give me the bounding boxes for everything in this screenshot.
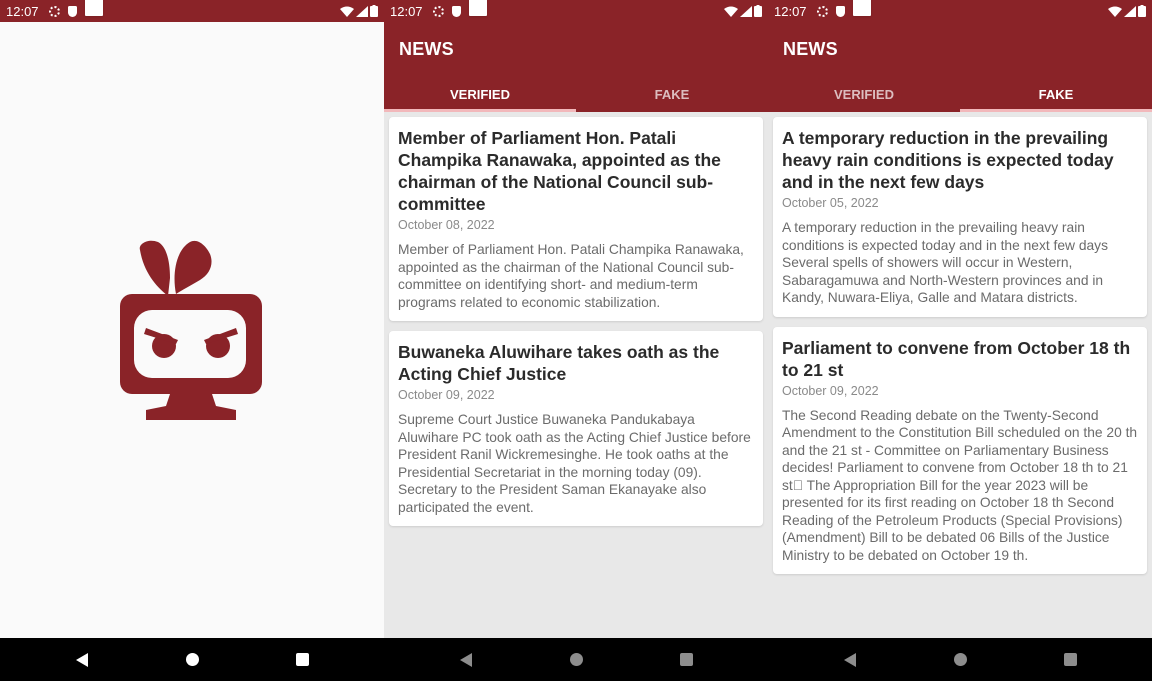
news-date: October 05, 2022: [782, 196, 879, 210]
news-title: Member of Parliament Hon. Patali Champik…: [398, 128, 721, 214]
news-title: Buwaneka Aluwihare takes oath as the Act…: [398, 342, 720, 384]
sd-card-notification-icon: [84, 0, 103, 16]
news-date: October 08, 2022: [398, 218, 495, 232]
wifi-icon: [1108, 6, 1122, 17]
status-bar: 12:07: [384, 0, 768, 22]
recents-button[interactable]: [247, 653, 357, 666]
home-button[interactable]: [521, 653, 631, 666]
app-bar: NEWS VERIFIED FAKE: [384, 22, 768, 112]
back-icon: [460, 652, 472, 667]
home-icon: [185, 653, 199, 666]
tab-verified[interactable]: VERIFIED: [384, 80, 576, 112]
home-button[interactable]: [905, 653, 1015, 666]
news-card[interactable]: Buwaneka Aluwihare takes oath as the Act…: [389, 331, 763, 526]
sd-card-notification-icon: [852, 0, 871, 16]
system-nav-bar: [768, 638, 1152, 681]
home-button[interactable]: [137, 653, 247, 666]
news-list: Member of Parliament Hon. Patali Champik…: [389, 117, 763, 536]
angry-tv-logo-icon: [120, 240, 262, 420]
news-body: Member of Parliament Hon. Patali Champik…: [398, 242, 744, 310]
fake-news-screen: 12:07 NEWS VERIFIED FAKE A temporary red…: [768, 0, 1152, 681]
back-icon: [844, 652, 856, 667]
app-title: NEWS: [399, 39, 454, 59]
news-card[interactable]: A temporary reduction in the prevailing …: [773, 117, 1147, 317]
tab-bar: VERIFIED FAKE: [384, 80, 768, 112]
tab-bar: VERIFIED FAKE: [768, 80, 1152, 112]
tab-verified[interactable]: VERIFIED: [768, 80, 960, 112]
news-body: A temporary reduction in the prevailing …: [782, 220, 1108, 305]
system-nav-bar: [0, 638, 384, 681]
shield-notification-icon: [835, 5, 845, 17]
signal-icon: [740, 5, 752, 17]
wifi-icon: [340, 6, 354, 17]
back-button[interactable]: [27, 652, 137, 667]
news-list: A temporary reduction in the prevailing …: [773, 117, 1147, 584]
sd-card-notification-icon: [468, 0, 487, 16]
home-icon: [569, 653, 583, 666]
status-bar: 12:07: [768, 0, 1152, 22]
news-card[interactable]: Member of Parliament Hon. Patali Champik…: [389, 117, 763, 321]
signal-icon: [1124, 5, 1136, 17]
tab-fake[interactable]: FAKE: [576, 80, 768, 112]
battery-icon: [754, 5, 762, 17]
settings-notification-icon: [816, 5, 828, 17]
recents-button[interactable]: [631, 653, 741, 666]
settings-notification-icon: [432, 5, 444, 17]
shield-notification-icon: [67, 5, 77, 17]
back-icon: [76, 652, 88, 667]
news-title: Parliament to convene from October 18 th…: [782, 337, 1131, 380]
recents-icon: [679, 653, 693, 666]
settings-notification-icon: [48, 5, 60, 17]
wifi-icon: [724, 6, 738, 17]
news-body: Supreme Court Justice Buwaneka Pandukaba…: [398, 412, 751, 515]
signal-icon: [356, 5, 368, 17]
recents-icon: [295, 653, 309, 666]
news-card[interactable]: Parliament to convene from October 18 th…: [773, 326, 1147, 574]
status-time: 12:07: [774, 3, 807, 19]
news-title: A temporary reduction in the prevailing …: [782, 128, 1114, 192]
tab-fake[interactable]: FAKE: [960, 80, 1152, 112]
status-time: 12:07: [390, 3, 423, 19]
app-title: NEWS: [783, 39, 838, 59]
recents-button[interactable]: [1015, 653, 1125, 666]
system-nav-bar: [384, 638, 768, 681]
home-icon: [953, 653, 967, 666]
news-body: The Second Reading debate on the Twenty-…: [782, 407, 1138, 563]
back-button[interactable]: [411, 652, 521, 667]
news-date: October 09, 2022: [782, 383, 879, 398]
verified-news-screen: 12:07 NEWS VERIFIED FAKE Member of Parli…: [384, 0, 768, 681]
status-bar: 12:07: [0, 0, 384, 22]
battery-icon: [370, 5, 378, 17]
splash-screen: 12:07: [0, 0, 384, 681]
shield-notification-icon: [451, 5, 461, 17]
recents-icon: [1063, 653, 1077, 666]
news-date: October 09, 2022: [398, 388, 495, 402]
app-bar: NEWS VERIFIED FAKE: [768, 22, 1152, 112]
back-button[interactable]: [795, 652, 905, 667]
battery-icon: [1138, 5, 1146, 17]
status-time: 12:07: [6, 3, 39, 19]
